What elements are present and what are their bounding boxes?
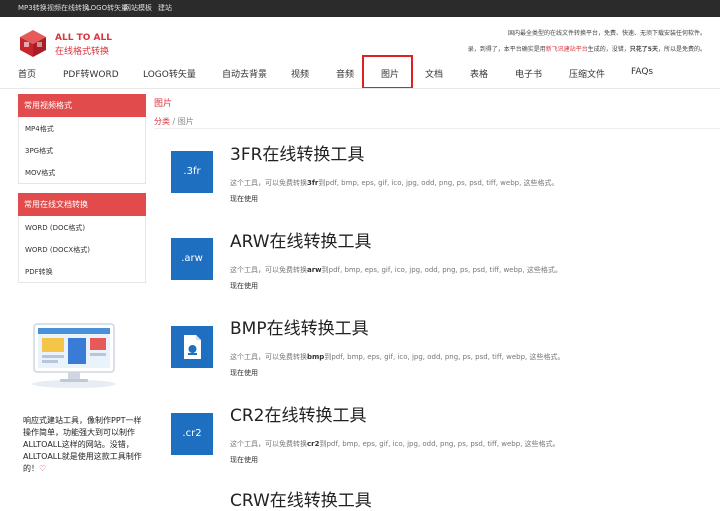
main-nav: 首页 PDF转WORD LOGO转矢量 自动去背景 视频 音频 图片 文档 表格… xyxy=(0,62,720,86)
use-now-link[interactable]: 现在使用 xyxy=(230,281,258,291)
nav-item-home[interactable]: 首页 xyxy=(18,67,36,80)
breadcrumb-link[interactable]: 分类 xyxy=(154,117,170,126)
header-desc-line2: 录，到得了，本平台确实是用新飞讯建站平台生成的，没错，只花了5天，所以是免费的。 xyxy=(467,46,706,53)
brand-subtitle: 在线格式转换 xyxy=(55,47,110,57)
file-arw-icon[interactable]: .arw xyxy=(171,238,213,280)
topbar-link-video[interactable]: 视频在线转换 xyxy=(47,3,89,13)
sidebar-item-mp4[interactable]: MP4格式 xyxy=(19,117,145,139)
topbar-link-mp3[interactable]: MP3转换 xyxy=(18,3,47,13)
tool-title[interactable]: CRW在线转换工具 xyxy=(230,486,372,511)
use-now-link[interactable]: 现在使用 xyxy=(230,368,258,378)
sidebar-doc-title: 常用在线文档转换 xyxy=(18,193,146,216)
tool-title[interactable]: 3FR在线转换工具 xyxy=(230,140,364,165)
file-3fr-icon[interactable]: .3fr xyxy=(171,151,213,193)
tool-description: 这个工具，可以免费转换cr2到pdf, bmp, eps, gif, ico, … xyxy=(230,440,560,448)
topbar-link-templates[interactable]: 网站模板 xyxy=(124,3,152,13)
nav-item-spreadsheet[interactable]: 表格 xyxy=(470,67,488,80)
tool-description: 这个工具，可以免费转换arw到pdf, bmp, eps, gif, ico, … xyxy=(230,266,562,274)
image-file-glyph xyxy=(184,335,201,359)
header-desc-line1: 国内最全类型的在线文件转换平台，免费、快速、无须下载安装任何软件。 xyxy=(507,30,706,37)
sidebar-video-title: 常用视频格式 xyxy=(18,94,146,117)
heart-icon: ♡ xyxy=(39,464,47,473)
tool-title[interactable]: BMP在线转换工具 xyxy=(230,314,369,339)
use-now-link[interactable]: 现在使用 xyxy=(230,194,258,204)
breadcrumb: 分类 / 图片 xyxy=(154,117,194,126)
brand-name[interactable]: ALL TO ALL xyxy=(55,33,112,43)
sidebar-item-docx[interactable]: WORD (DOCX格式) xyxy=(19,238,145,260)
website-builder-illustration xyxy=(32,323,116,388)
category-title: 图片 xyxy=(154,99,173,109)
nav-divider xyxy=(0,88,720,89)
sidebar-item-mov[interactable]: MOV格式 xyxy=(19,161,145,183)
sidebar-doc-list: WORD (DOC格式) WORD (DOCX格式) PDF转换 xyxy=(18,216,146,283)
top-bar: MP3转换 视频在线转换 LOGO转矢量 网站模板 建站 xyxy=(0,0,720,17)
nav-item-archive[interactable]: 压缩文件 xyxy=(569,67,605,80)
promo-text: 响应式建站工具，像制作PPT一样操作简单，功能强大到可以制作ALLTOALL这样… xyxy=(23,416,142,473)
nav-item-ebook[interactable]: 电子书 xyxy=(515,67,542,80)
sidebar-item-pdf[interactable]: PDF转换 xyxy=(19,260,145,282)
topbar-link-logo[interactable]: LOGO转矢量 xyxy=(87,3,128,13)
sidebar-video-list: MP4格式 3PG格式 MOV格式 xyxy=(18,117,146,184)
sidebar-item-doc[interactable]: WORD (DOC格式) xyxy=(19,216,145,238)
nav-item-document[interactable]: 文档 xyxy=(425,67,443,80)
sidebar-item-3pg[interactable]: 3PG格式 xyxy=(19,139,145,161)
nav-item-faqs[interactable]: FAQs xyxy=(631,67,653,77)
tool-description: 这个工具，可以免费转换3fr到pdf, bmp, eps, gif, ico, … xyxy=(230,179,559,187)
logo-icon[interactable] xyxy=(18,28,48,58)
tool-title[interactable]: CR2在线转换工具 xyxy=(230,401,367,426)
topbar-link-build[interactable]: 建站 xyxy=(158,3,172,13)
active-nav-highlight xyxy=(362,55,413,89)
use-now-link[interactable]: 现在使用 xyxy=(230,455,258,465)
breadcrumb-current: 图片 xyxy=(177,117,194,126)
nav-item-video[interactable]: 视频 xyxy=(291,67,309,80)
image-file-icon[interactable] xyxy=(171,326,213,368)
nav-item-pdf-to-word[interactable]: PDF转WORD xyxy=(63,67,119,80)
tool-title[interactable]: ARW在线转换工具 xyxy=(230,227,372,252)
breadcrumb-divider xyxy=(154,128,720,129)
nav-item-logo-vector[interactable]: LOGO转矢量 xyxy=(143,67,196,80)
nav-item-audio[interactable]: 音频 xyxy=(336,67,354,80)
tool-description: 这个工具，可以免费转换bmp到pdf, bmp, eps, gif, ico, … xyxy=(230,353,565,361)
file-cr2-icon[interactable]: .cr2 xyxy=(171,413,213,455)
nav-item-remove-bg[interactable]: 自动去背景 xyxy=(222,67,267,80)
